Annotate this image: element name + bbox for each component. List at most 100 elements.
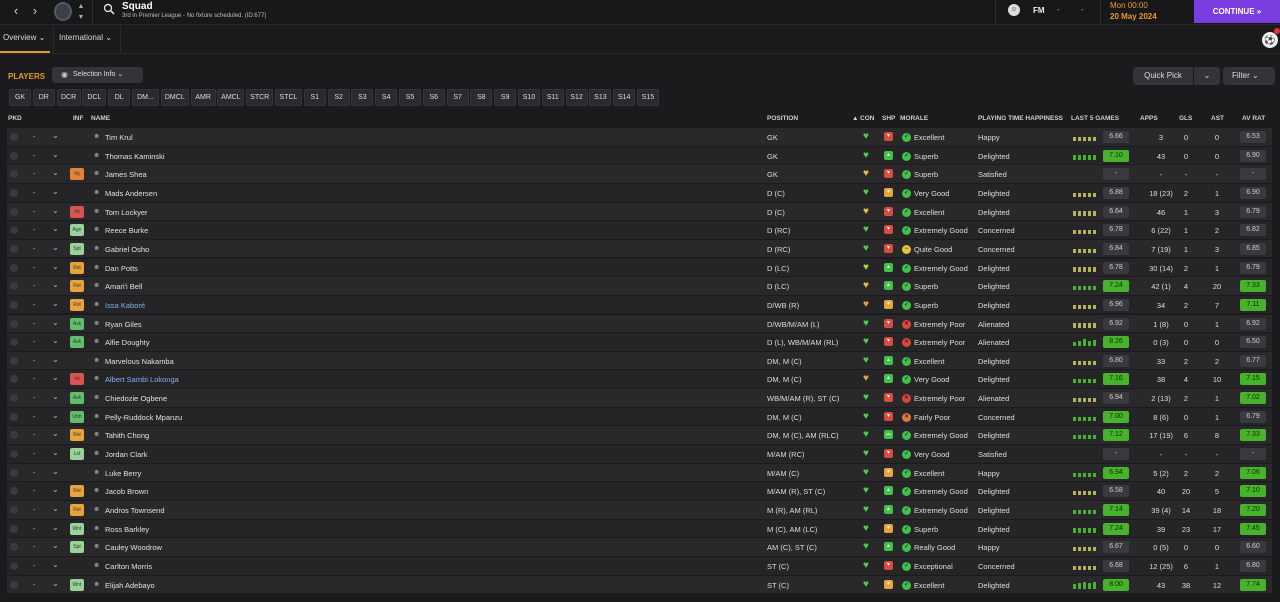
back-arrow-icon[interactable]: ‹ — [8, 2, 24, 20]
col-ast[interactable]: AST — [1211, 115, 1224, 122]
row-chevron-down-icon[interactable]: ⌄ — [52, 262, 59, 271]
row-chevron-down-icon[interactable]: ⌄ — [52, 336, 59, 345]
status-badge[interactable]: Rst — [70, 261, 84, 274]
pick-toggle[interactable] — [10, 431, 18, 440]
player-name[interactable]: Ryan Giles — [105, 320, 142, 329]
table-row[interactable]: - ⌄ Rst ☻ Amari'i Bell D (LC) ♥ ▴ ✓ Superb Delight… — [7, 277, 1272, 296]
player-name[interactable]: Issa Kaboré — [105, 301, 145, 310]
row-chevron-down-icon[interactable]: ⌄ — [52, 448, 59, 457]
pick-toggle[interactable] — [10, 468, 18, 477]
row-chevron-down-icon[interactable]: ⌄ — [52, 150, 59, 159]
table-row[interactable]: - ⌄ Int ☻ Tom Lockyer D (C) ♥ ▾ ✓ Excellent Deligh… — [7, 202, 1272, 222]
pick-toggle[interactable] — [10, 151, 18, 160]
status-badge[interactable]: Lst — [70, 448, 84, 461]
position-filter-s6[interactable]: S6 — [422, 89, 445, 106]
status-badge[interactable]: Wnt — [70, 522, 84, 535]
table-row[interactable]: - ⌄ Spt ☻ Cauley Woodrow AM (C), ST (C) ♥ ▴ ✓ Rea… — [7, 538, 1272, 557]
filter-button[interactable]: Filter ⌄ — [1223, 67, 1275, 85]
status-badge[interactable]: Wnt — [70, 578, 84, 591]
table-row[interactable]: - ⌄ ☻ Mads Andersen D (C) ♥ ▾ ✓ Very Good Delight… — [7, 183, 1272, 203]
player-name[interactable]: Amari'i Bell — [105, 282, 142, 291]
row-chevron-down-icon[interactable]: ⌄ — [52, 392, 59, 401]
table-row[interactable]: - ⌄ Ask ☻ Chiedozie Ogbene WB/M/AM (R), ST (C… — [7, 389, 1272, 408]
col-last5[interactable]: LAST 5 GAMES — [1071, 115, 1119, 122]
pick-toggle[interactable] — [10, 375, 18, 384]
manager-dropdown-secondary[interactable]: - — [1081, 5, 1084, 14]
table-row[interactable]: - ⌄ Inj ☻ James Shea GK ♥ ▾ ✓ Superb Satisfied - - - -… — [7, 165, 1272, 184]
pick-toggle[interactable] — [10, 543, 18, 552]
col-position[interactable]: POSITION — [767, 115, 798, 122]
pick-toggle[interactable] — [10, 133, 18, 141]
quick-pick-dropdown[interactable]: ⌄ — [1194, 67, 1220, 85]
pick-toggle[interactable] — [10, 356, 18, 365]
pick-toggle[interactable] — [10, 170, 18, 179]
status-badge[interactable]: Agn — [70, 224, 84, 237]
player-name[interactable]: James Shea — [105, 170, 147, 179]
table-row[interactable]: - ⌄ Rst ☻ Tahith Chong DM, M (C), AM (RLC) ♥ ︽ ✓… — [7, 426, 1272, 445]
table-row[interactable]: - ⌄ Ask ☻ Alfie Doughty D (L), WB/M/AM (RL) ♥ ▾… — [7, 333, 1272, 352]
status-badge[interactable]: Rst — [70, 429, 84, 442]
position-filter-gk[interactable]: GK — [9, 89, 31, 106]
status-badge[interactable]: Rst — [70, 280, 84, 293]
position-filter-s3[interactable]: S3 — [351, 89, 374, 106]
pick-toggle[interactable] — [10, 506, 18, 514]
pick-toggle[interactable] — [10, 394, 18, 403]
col-avrat[interactable]: AV RAT — [1242, 115, 1265, 122]
player-name[interactable]: Alfie Doughty — [105, 338, 150, 347]
table-row[interactable]: - ⌄ Rst ☻ Issa Kaboré D/WB (R) ♥ ▾ ✓ Superb Deligh… — [7, 295, 1272, 315]
tab-international[interactable]: International ⌄ — [59, 33, 112, 42]
row-chevron-down-icon[interactable]: ⌄ — [52, 523, 59, 532]
position-filter-dl[interactable]: DL — [108, 89, 131, 106]
row-chevron-down-icon[interactable]: ⌄ — [52, 318, 59, 327]
forward-arrow-icon[interactable]: › — [27, 2, 43, 20]
row-chevron-down-icon[interactable]: ⌄ — [52, 485, 59, 494]
table-row[interactable]: - ⌄ ☻ Thomas Kaminski GK ♥ ▴ ✓ Superb Delighted 7.… — [7, 146, 1272, 166]
col-playing-time[interactable]: PLAYING TIME HAPPINESS — [978, 115, 1063, 122]
status-badge[interactable]: Spt — [70, 541, 84, 554]
pick-toggle[interactable] — [10, 450, 18, 459]
row-chevron-down-icon[interactable]: ⌄ — [52, 429, 59, 438]
tab-overview[interactable]: Overview ⌄ — [3, 33, 45, 42]
position-filter-dcr[interactable]: DCR — [56, 89, 81, 106]
pick-toggle[interactable] — [10, 524, 18, 533]
player-name[interactable]: Tom Lockyer — [105, 208, 148, 217]
col-pkd[interactable]: PKD — [8, 115, 22, 122]
pick-toggle[interactable] — [10, 319, 18, 328]
row-chevron-down-icon[interactable]: ⌄ — [52, 131, 59, 140]
row-chevron-down-icon[interactable]: ⌄ — [52, 560, 59, 569]
table-row[interactable]: - ⌄ Rst ☻ Dan Potts D (LC) ♥ ▴ ✓ Extremely Good De… — [7, 258, 1272, 278]
status-badge[interactable]: Int — [70, 205, 84, 218]
row-chevron-down-icon[interactable]: ⌄ — [52, 504, 59, 513]
table-row[interactable]: - ⌄ Wnt ☻ Elijah Adebayo ST (C) ♥ ▾ ✓ Excellent De… — [7, 575, 1272, 595]
player-name[interactable]: Luke Berry — [105, 469, 141, 478]
pick-toggle[interactable] — [10, 263, 18, 272]
position-filter-stcl[interactable]: STCL — [275, 89, 302, 106]
row-chevron-down-icon[interactable]: ⌄ — [52, 206, 59, 215]
position-filter-amr[interactable]: AMR — [190, 89, 216, 106]
position-filter-s4[interactable]: S4 — [375, 89, 398, 106]
col-gls[interactable]: GLS — [1179, 115, 1192, 122]
table-row[interactable]: - ⌄ Spt ☻ Gabriel Osho D (RC) ♥ ▾ − Quite Good Con… — [7, 239, 1272, 259]
row-chevron-down-icon[interactable]: ⌄ — [52, 541, 59, 550]
pick-toggle[interactable] — [10, 487, 18, 496]
player-name[interactable]: Chiedozie Ogbene — [105, 394, 167, 403]
pick-toggle[interactable] — [10, 412, 18, 421]
status-badge[interactable]: Unh — [70, 410, 84, 423]
player-name[interactable]: Carlton Morris — [105, 562, 152, 571]
player-name[interactable]: Tahith Chong — [105, 431, 149, 440]
position-filter-s10[interactable]: S10 — [518, 89, 540, 106]
selection-info-button[interactable]: ◉ Selection Info ⌄ — [52, 67, 143, 83]
manager-icon[interactable]: ☺ — [1008, 4, 1020, 16]
position-filter-dmcl[interactable]: DMCL — [160, 89, 189, 106]
col-inf[interactable]: INF — [73, 115, 83, 122]
table-row[interactable]: - ⌄ Rst ☻ Jacob Brown M/AM (R), ST (C) ♥ ▴ ✓ Extr… — [7, 482, 1272, 501]
table-row[interactable]: - ⌄ Ask ☻ Ryan Giles D/WB/M/AM (L) ♥ ▾ ✕ Extremel… — [7, 314, 1272, 334]
col-con[interactable]: CON — [860, 115, 874, 122]
status-badge[interactable]: Rst — [70, 298, 84, 311]
pick-toggle[interactable] — [10, 207, 18, 216]
position-filter-s11[interactable]: S11 — [541, 89, 564, 106]
position-filter-s5[interactable]: S5 — [399, 89, 421, 106]
pick-toggle[interactable] — [10, 338, 18, 347]
status-badge[interactable]: Ask — [70, 317, 84, 330]
player-name[interactable]: Mads Andersen — [105, 189, 157, 198]
